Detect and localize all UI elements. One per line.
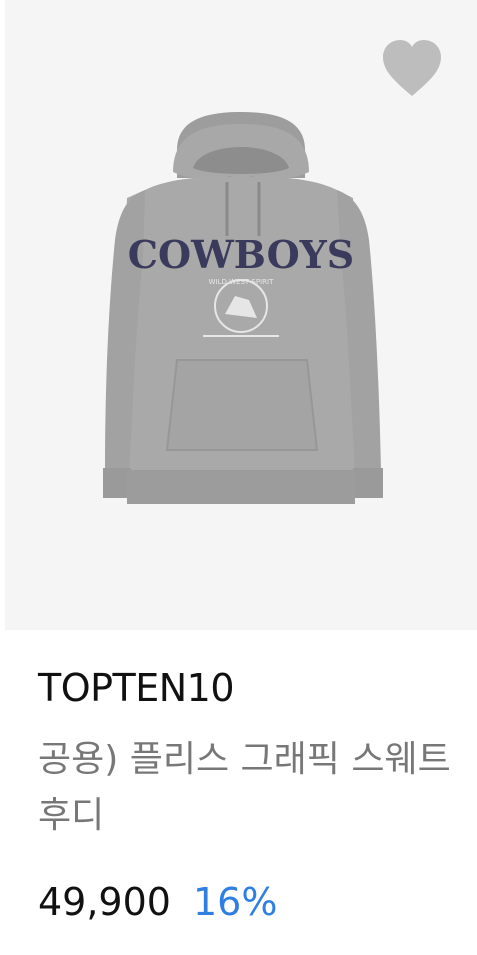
product-image-area[interactable]: COWBOYS WILD WEST SPIRIT bbox=[5, 0, 477, 630]
price-row: 49,900 16% bbox=[38, 880, 277, 924]
hoodie-illustration: COWBOYS WILD WEST SPIRIT bbox=[103, 112, 383, 504]
heart-icon[interactable] bbox=[379, 38, 445, 100]
sale-price: 49,900 bbox=[38, 880, 171, 924]
product-card[interactable]: COWBOYS WILD WEST SPIRIT TOPTEN10 공용) 플리… bbox=[0, 0, 477, 955]
discount-rate: 16% bbox=[192, 880, 278, 924]
hoodie-graphic-title: COWBOYS bbox=[128, 232, 355, 277]
brand-name: TOPTEN10 bbox=[38, 666, 235, 710]
product-title[interactable]: 공용) 플리스 그래픽 스웨트후디 bbox=[38, 732, 458, 844]
